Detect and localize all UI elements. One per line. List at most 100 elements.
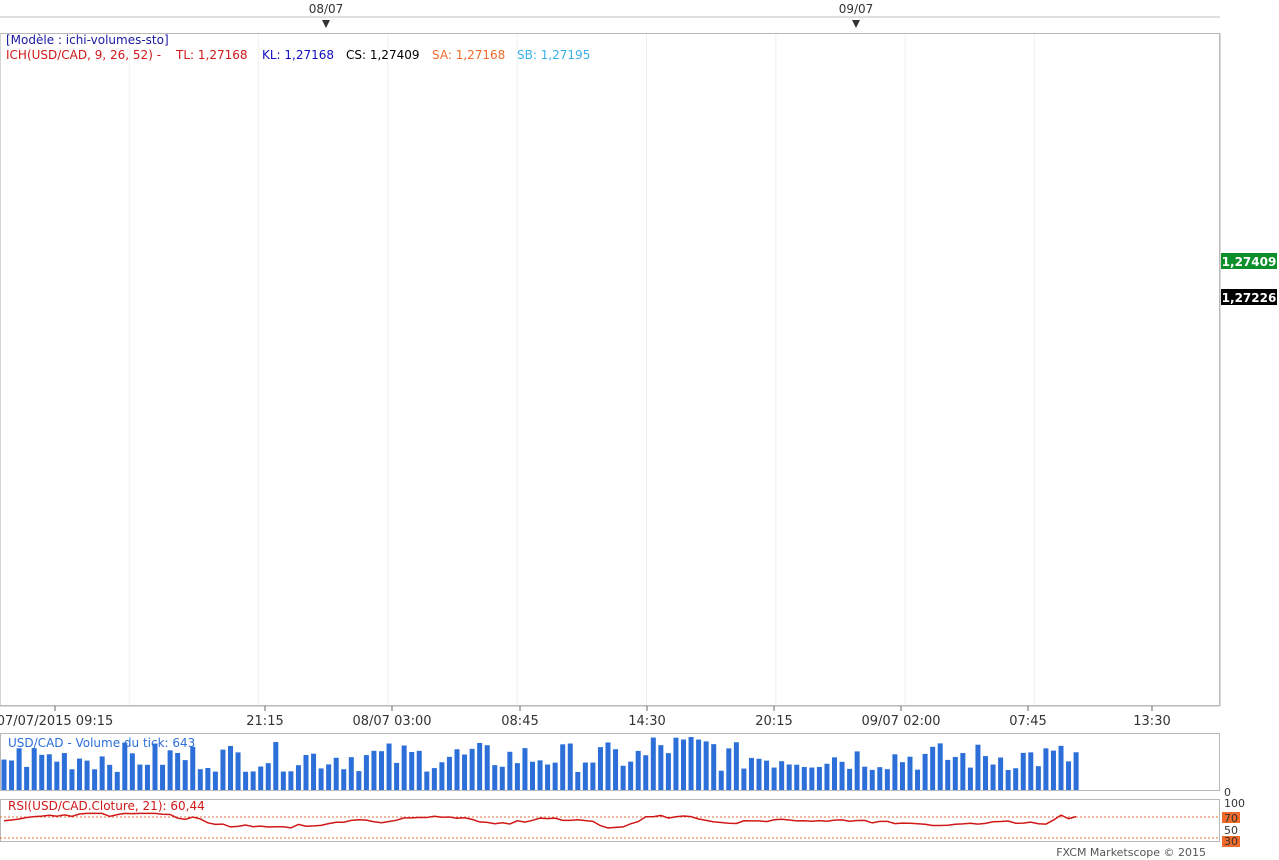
time-axis: 07/07/2015 09:15 21:15 08/07 03:00 08:45 14:…	[0, 705, 1220, 729]
volume-bar	[341, 769, 347, 790]
volume-bar	[303, 755, 309, 790]
time-tick-label: 13:30	[1133, 714, 1170, 729]
volume-bar	[484, 745, 490, 790]
price-grid	[0, 34, 1035, 705]
volume-bar	[175, 752, 181, 790]
volume-bar	[114, 771, 120, 790]
volume-bar	[794, 764, 800, 790]
rsi-panel: RSI(USD/CAD.Cloture, 21): 60,44 100 70 5…	[0, 797, 1245, 848]
volume-bar	[635, 750, 641, 790]
volume-bar	[945, 759, 951, 790]
volume-bar	[590, 762, 596, 790]
trading-chart: 08/07 09/07 [Modèle : ichi-volumes-sto] …	[0, 2, 1277, 859]
volume-bar	[522, 748, 528, 790]
top-date-1: 08/07	[309, 2, 344, 16]
volume-bar	[295, 765, 301, 790]
volume-bar	[431, 768, 437, 790]
volume-bar	[748, 757, 754, 790]
volume-bar	[129, 753, 135, 790]
price-panel-border	[0, 33, 1220, 706]
volume-bar	[273, 742, 279, 790]
volume-bar	[877, 767, 883, 790]
volume-bar	[552, 762, 558, 790]
volume-bar	[967, 767, 973, 790]
date-marker-2	[852, 20, 860, 28]
time-tick-label: 07/07/2015 09:15	[0, 714, 113, 729]
volume-bar	[77, 758, 82, 790]
reference-level-label: 1,27226	[1222, 291, 1277, 305]
volume-bar	[530, 761, 535, 790]
volume-bar	[1005, 770, 1011, 790]
volume-bar	[613, 749, 619, 790]
volume-bar	[371, 750, 377, 790]
legend-sa: SA: 1,27168	[432, 48, 505, 62]
volume-bar	[190, 746, 196, 790]
volume-bar	[665, 753, 671, 790]
volume-bar	[779, 761, 785, 790]
legend-tl: TL: 1,27168	[175, 48, 248, 62]
volume-bar	[16, 748, 22, 790]
date-marker-1	[322, 20, 330, 28]
volume-bar	[688, 736, 694, 790]
volume-bar	[650, 737, 656, 790]
volume-bar	[386, 743, 392, 790]
volume-bar	[862, 766, 868, 790]
volume-bar	[1028, 752, 1034, 790]
volume-bar	[228, 745, 233, 790]
volume-bar	[182, 760, 188, 790]
volume-bar	[363, 755, 369, 790]
volume-bar	[137, 764, 143, 790]
volume-bar	[937, 743, 943, 790]
volume-bar	[356, 771, 362, 790]
legend-kl: KL: 1,27168	[262, 48, 334, 62]
volume-bar	[567, 743, 573, 790]
volume-bar	[9, 760, 15, 790]
volume-bar	[696, 739, 702, 790]
current-price-label: 1,27409	[1222, 255, 1277, 269]
time-tick-label: 08/07 03:00	[352, 714, 431, 729]
volume-bar	[756, 758, 762, 790]
volume-bar	[197, 769, 203, 790]
volume-bar	[1066, 761, 1072, 790]
volume-bar	[333, 757, 339, 790]
volume-bar	[514, 763, 520, 790]
volume-bar	[560, 744, 566, 790]
volume-bar	[771, 767, 777, 790]
volume-bar	[764, 760, 770, 790]
volume-bar	[477, 742, 483, 790]
template-label: [Modèle : ichi-volumes-sto]	[6, 33, 169, 47]
volume-bar	[1073, 752, 1079, 790]
volume-bar	[24, 766, 30, 790]
volume-bar	[975, 744, 981, 790]
ichimoku-legend: ICH(USD/CAD, 9, 26, 52) - TL: 1,27168 KL…	[6, 48, 590, 62]
volume-bar	[439, 762, 445, 790]
volume-bar	[235, 752, 241, 790]
volume-bar	[809, 767, 815, 790]
volume-bar	[212, 771, 218, 790]
volume-bar	[1, 759, 7, 790]
legend-sb: SB: 1,27195	[517, 48, 590, 62]
volume-bar	[144, 764, 150, 790]
volume-bar	[424, 771, 430, 790]
volume-bar	[348, 757, 354, 790]
volume-bar	[983, 756, 988, 790]
volume-bar	[869, 769, 875, 790]
time-tick-label: 09/07 02:00	[861, 714, 940, 729]
volume-bar	[847, 768, 853, 790]
volume-bar	[167, 750, 173, 790]
volume-bar	[575, 771, 581, 790]
time-tick-label: 08:45	[501, 714, 538, 729]
volume-bar	[718, 770, 724, 790]
rsi-axis-30: 30	[1224, 835, 1238, 848]
volume-bar	[832, 757, 837, 790]
rsi-line	[3, 812, 1077, 829]
volume-bar	[1043, 748, 1049, 790]
volume-bar	[703, 741, 709, 790]
volume-bar	[786, 764, 792, 790]
volume-bar	[998, 757, 1004, 790]
volume-bar	[454, 749, 460, 790]
volume-bar	[492, 765, 498, 790]
volume-bar	[801, 767, 807, 790]
volume-bar	[61, 753, 67, 790]
volume-bar	[462, 754, 468, 790]
